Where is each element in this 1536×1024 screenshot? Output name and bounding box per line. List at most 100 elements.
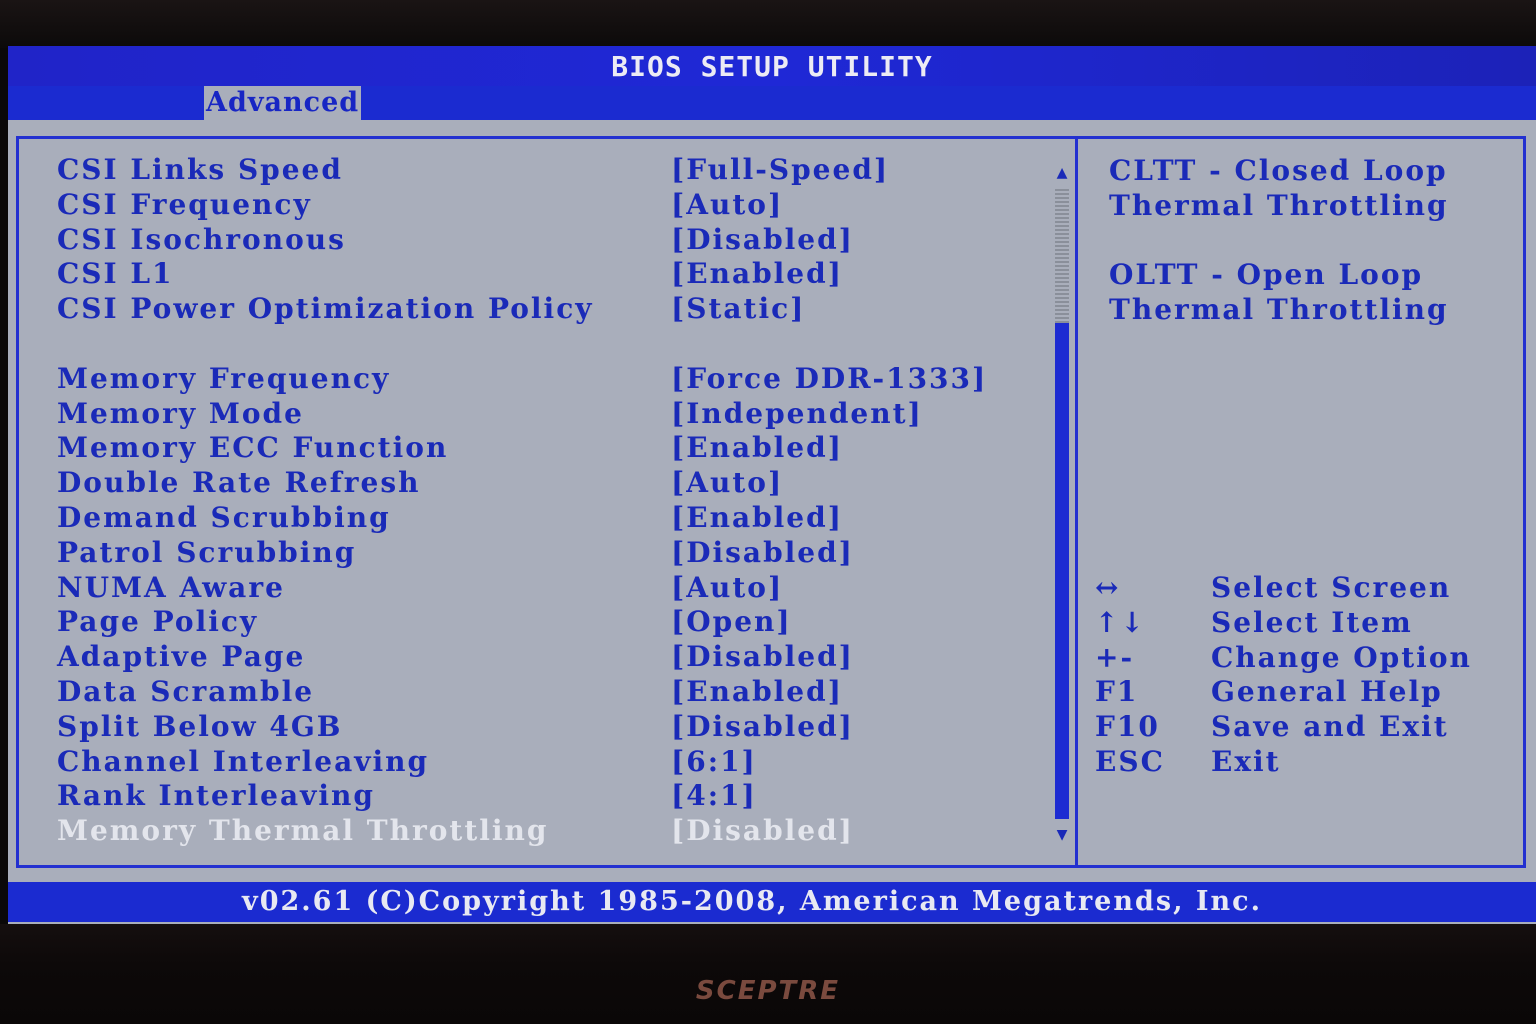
help-panel: CLTT - Closed Loop Thermal Throttling OL… <box>1109 153 1519 327</box>
setting-label: Adaptive Page <box>57 640 306 674</box>
setting-label: CSI Isochronous <box>57 222 346 256</box>
key-description: Save and Exit <box>1211 710 1449 744</box>
setting-label: Channel Interleaving <box>57 744 430 778</box>
key-row-select-item: ↑↓ Select Item <box>1095 606 1515 641</box>
key-row-select-screen: ↔ Select Screen <box>1095 571 1515 606</box>
setting-value: [6:1] <box>671 744 757 778</box>
setting-label: Memory ECC Function <box>57 431 449 465</box>
setting-label: Page Policy <box>57 605 259 639</box>
key-description: Exit <box>1211 744 1281 778</box>
key-description: Select Screen <box>1211 571 1452 604</box>
left-right-arrows-icon: ↔ <box>1095 571 1121 604</box>
setting-value: [Enabled] <box>671 431 843 465</box>
setting-row-demand-scrubbing[interactable]: Demand Scrubbing [Enabled] <box>47 501 1047 536</box>
help-line: CLTT - Closed Loop <box>1109 154 1448 187</box>
setting-row-csi-power-optimization-policy[interactable]: CSI Power Optimization Policy [Static] <box>47 292 1047 327</box>
setting-value: [Disabled] <box>671 640 854 674</box>
setting-value: [Disabled] <box>671 535 854 569</box>
scroll-up-arrow-icon[interactable]: ▲ <box>1051 163 1073 183</box>
setting-row-data-scramble[interactable]: Data Scramble [Enabled] <box>47 675 1047 710</box>
bios-screen: BIOS SETUP UTILITY Advanced CSI Links Sp… <box>8 46 1536 924</box>
key-row-change-option: +- Change Option <box>1095 641 1515 676</box>
setting-value: [Enabled] <box>671 674 843 708</box>
setting-value: [Auto] <box>671 466 784 500</box>
setting-row-double-rate-refresh[interactable]: Double Rate Refresh [Auto] <box>47 466 1047 501</box>
panel-divider <box>1075 139 1078 865</box>
setting-value: [Disabled] <box>671 222 854 256</box>
key-description: Change Option <box>1211 640 1472 674</box>
setting-label: Rank Interleaving <box>57 779 375 813</box>
monitor-bezel-top <box>0 0 1536 48</box>
setting-row-channel-interleaving[interactable]: Channel Interleaving [6:1] <box>47 745 1047 780</box>
setting-label: Demand Scrubbing <box>57 500 391 534</box>
title-bar: BIOS SETUP UTILITY <box>8 46 1536 86</box>
setting-value: [Enabled] <box>671 257 843 291</box>
footer-bar: v02.61 (C)Copyright 1985-2008, American … <box>8 882 1536 922</box>
settings-list: CSI Links Speed [Full-Speed] CSI Frequen… <box>47 153 1047 849</box>
monitor-brand-logo: SCEPTRE <box>695 976 841 1006</box>
tab-advanced[interactable]: Advanced <box>204 86 362 120</box>
setting-label: CSI Links Speed <box>57 153 343 186</box>
setting-value: [Force DDR-1333] <box>671 361 988 395</box>
setting-row-adaptive-page[interactable]: Adaptive Page [Disabled] <box>47 640 1047 675</box>
setting-label: Double Rate Refresh <box>57 466 421 500</box>
key-row-general-help: F1 General Help <box>1095 675 1515 710</box>
f1-key: F1 <box>1095 675 1139 709</box>
help-line: Thermal Throttling <box>1109 189 1449 222</box>
setting-label: NUMA Aware <box>57 570 285 604</box>
menu-bar: Advanced <box>8 86 1536 120</box>
setting-value: [Disabled] <box>671 709 854 743</box>
setting-label: CSI Frequency <box>57 187 312 221</box>
setting-value: [Open] <box>671 605 792 639</box>
setting-row-page-policy[interactable]: Page Policy [Open] <box>47 605 1047 640</box>
setting-row-memory-frequency[interactable]: Memory Frequency [Force DDR-1333] <box>47 362 1047 397</box>
key-row-exit: ESC Exit <box>1095 745 1515 780</box>
f10-key: F10 <box>1095 710 1160 744</box>
setting-label: Data Scramble <box>57 674 315 708</box>
key-description: Select Item <box>1211 605 1413 639</box>
setting-value: [Static] <box>671 292 806 326</box>
setting-value: [Independent] <box>671 396 923 430</box>
setting-row-csi-isochronous[interactable]: CSI Isochronous [Disabled] <box>47 223 1047 258</box>
setting-row-csi-l1[interactable]: CSI L1 [Enabled] <box>47 257 1047 292</box>
scroll-thumb[interactable] <box>1055 323 1069 819</box>
setting-row-patrol-scrubbing[interactable]: Patrol Scrubbing [Disabled] <box>47 536 1047 571</box>
copyright-text: v02.61 (C)Copyright 1985-2008, American … <box>242 886 1262 917</box>
setting-value: [Full-Speed] <box>671 153 890 186</box>
setting-label: Split Below 4GB <box>57 709 343 743</box>
settings-spacer <box>47 327 1047 362</box>
up-down-arrows-icon: ↑↓ <box>1095 605 1146 639</box>
setting-row-memory-thermal-throttling-selected[interactable]: Memory Thermal Throttling [Disabled] <box>47 814 1047 849</box>
scrollbar[interactable]: ▲ ▼ <box>1051 163 1073 853</box>
setting-label: Memory Mode <box>57 396 304 430</box>
setting-label: Memory Frequency <box>57 361 391 395</box>
help-line: Thermal Throttling <box>1109 293 1449 326</box>
key-row-save-and-exit: F10 Save and Exit <box>1095 710 1515 745</box>
setting-label: Patrol Scrubbing <box>57 535 357 569</box>
setting-value: [4:1] <box>671 779 757 813</box>
key-description: General Help <box>1211 675 1443 709</box>
setting-row-csi-frequency[interactable]: CSI Frequency [Auto] <box>47 188 1047 223</box>
monitor-bezel-bottom <box>0 924 1536 1024</box>
setting-label: CSI L1 <box>57 257 174 291</box>
help-spacer <box>1109 223 1519 257</box>
setting-value: [Auto] <box>671 187 784 221</box>
help-line: OLTT - Open Loop <box>1109 258 1424 291</box>
setting-label: CSI Power Optimization Policy <box>57 292 594 326</box>
setting-value: [Disabled] <box>671 814 854 848</box>
setting-value: [Enabled] <box>671 500 843 534</box>
main-panel: CSI Links Speed [Full-Speed] CSI Frequen… <box>16 136 1526 868</box>
title-text: BIOS SETUP UTILITY <box>611 50 933 83</box>
plus-minus-key: +- <box>1095 640 1135 674</box>
setting-value: [Auto] <box>671 570 784 604</box>
scroll-down-arrow-icon[interactable]: ▼ <box>1051 825 1073 845</box>
esc-key: ESC <box>1095 744 1165 778</box>
key-legend: ↔ Select Screen ↑↓ Select Item +- Change… <box>1095 571 1515 780</box>
scroll-track[interactable] <box>1055 187 1069 323</box>
setting-row-memory-ecc-function[interactable]: Memory ECC Function [Enabled] <box>47 431 1047 466</box>
setting-row-rank-interleaving[interactable]: Rank Interleaving [4:1] <box>47 779 1047 814</box>
setting-row-numa-aware[interactable]: NUMA Aware [Auto] <box>47 571 1047 606</box>
setting-row-memory-mode[interactable]: Memory Mode [Independent] <box>47 397 1047 432</box>
setting-row-split-below-4gb[interactable]: Split Below 4GB [Disabled] <box>47 710 1047 745</box>
setting-row-csi-links-speed[interactable]: CSI Links Speed [Full-Speed] <box>47 153 1047 188</box>
